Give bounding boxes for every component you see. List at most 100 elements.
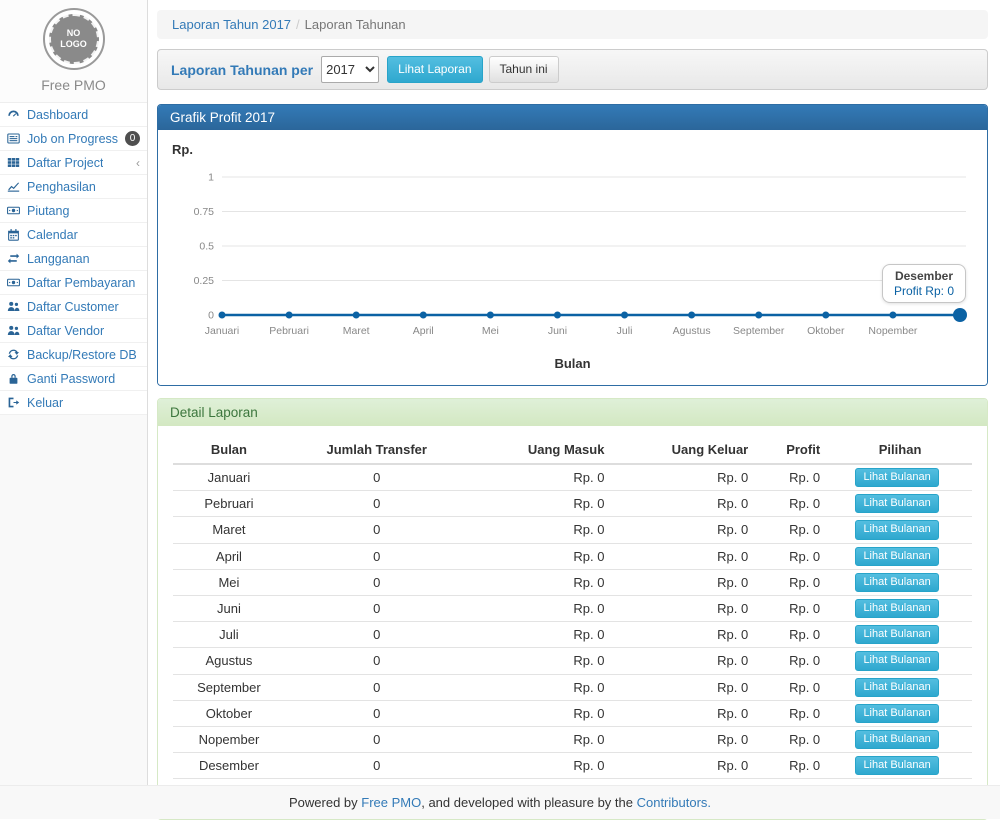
cell-uang-keluar: Rp. 0	[612, 595, 756, 621]
sidebar-item-job-on-progress[interactable]: Job on Progress0	[0, 127, 147, 151]
table-icon	[7, 156, 23, 169]
cell-profit: Rp. 0	[756, 674, 828, 700]
cell-uang-masuk: Rp. 0	[469, 491, 613, 517]
chart-point[interactable]	[688, 312, 695, 319]
view-month-button-nopember[interactable]: Lihat Bulanan	[855, 730, 938, 749]
year-select[interactable]: 2017	[321, 56, 379, 83]
cell-jumlah-transfer: 0	[285, 569, 469, 595]
chart-point[interactable]	[353, 312, 360, 319]
footer-text-before: Powered by	[289, 795, 361, 810]
cell-pilihan: Lihat Bulanan	[828, 464, 972, 491]
sidebar-item-daftar-vendor[interactable]: Daftar Vendor	[0, 319, 147, 343]
view-month-button-desember[interactable]: Lihat Bulanan	[855, 756, 938, 775]
cell-profit: Rp. 0	[756, 622, 828, 648]
sidebar-item-label: Piutang	[27, 204, 69, 218]
chart-point[interactable]	[554, 312, 561, 319]
view-month-button-april[interactable]: Lihat Bulanan	[855, 547, 938, 566]
tooltip-value: Profit Rp: 0	[894, 284, 954, 298]
table-row-agustus: Agustus0Rp. 0Rp. 0Rp. 0Lihat Bulanan	[173, 648, 972, 674]
sidebar-item-piutang[interactable]: Piutang	[0, 199, 147, 223]
cell-jumlah-transfer: 0	[285, 648, 469, 674]
cell-uang-keluar: Rp. 0	[612, 622, 756, 648]
cell-profit: Rp. 0	[756, 569, 828, 595]
app-logo: NO LOGO	[43, 8, 105, 70]
table-row-juni: Juni0Rp. 0Rp. 0Rp. 0Lihat Bulanan	[173, 595, 972, 621]
cell-uang-masuk: Rp. 0	[469, 543, 613, 569]
chart-point[interactable]	[286, 312, 293, 319]
cell-bulan: Agustus	[173, 648, 285, 674]
sidebar-item-label: Langganan	[27, 252, 90, 266]
cell-jumlah-transfer: 0	[285, 595, 469, 621]
col-header-profit: Profit	[756, 436, 828, 464]
view-month-button-juli[interactable]: Lihat Bulanan	[855, 625, 938, 644]
view-report-button[interactable]: Lihat Laporan	[387, 56, 482, 82]
table-row-april: April0Rp. 0Rp. 0Rp. 0Lihat Bulanan	[173, 543, 972, 569]
x-tick-label: Oktober	[807, 325, 845, 337]
footer-link-contributors[interactable]: Contributors.	[637, 795, 711, 810]
lock-icon	[7, 372, 23, 385]
footer-link-free-pmo[interactable]: Free PMO	[361, 795, 421, 810]
cell-profit: Rp. 0	[756, 753, 828, 779]
cell-profit: Rp. 0	[756, 543, 828, 569]
cell-uang-masuk: Rp. 0	[469, 700, 613, 726]
footer: Powered by Free PMO, and developed with …	[0, 785, 1000, 819]
report-table: Bulan Jumlah Transfer Uang Masuk Uang Ke…	[173, 436, 972, 803]
cell-jumlah-transfer: 0	[285, 622, 469, 648]
retweet-icon	[7, 252, 23, 265]
cell-pilihan: Lihat Bulanan	[828, 726, 972, 752]
detail-panel-title: Detail Laporan	[158, 399, 987, 426]
cell-bulan: Nopember	[173, 726, 285, 752]
tooltip-month: Desember	[894, 269, 954, 283]
cell-bulan: Desember	[173, 753, 285, 779]
sidebar-item-daftar-project[interactable]: Daftar Project‹	[0, 151, 147, 175]
breadcrumb-link[interactable]: Laporan Tahun 2017	[172, 17, 291, 32]
cell-uang-keluar: Rp. 0	[612, 674, 756, 700]
sidebar-item-calendar[interactable]: Calendar	[0, 223, 147, 247]
chart-tooltip: Desember Profit Rp: 0	[882, 264, 966, 303]
sidebar-item-dashboard[interactable]: Dashboard	[0, 103, 147, 127]
view-month-button-juni[interactable]: Lihat Bulanan	[855, 599, 938, 618]
chart-point[interactable]	[219, 312, 226, 319]
chart-point[interactable]	[889, 312, 896, 319]
sidebar-item-penghasilan[interactable]: Penghasilan	[0, 175, 147, 199]
view-month-button-pebruari[interactable]: Lihat Bulanan	[855, 494, 938, 513]
table-row-januari: Januari0Rp. 0Rp. 0Rp. 0Lihat Bulanan	[173, 464, 972, 491]
cell-uang-masuk: Rp. 0	[469, 517, 613, 543]
this-year-button[interactable]: Tahun ini	[489, 56, 559, 82]
chart-point[interactable]	[487, 312, 494, 319]
chart-point[interactable]	[420, 312, 427, 319]
chart-point[interactable]	[755, 312, 762, 319]
sidebar-item-daftar-pembayaran[interactable]: Daftar Pembayaran	[0, 271, 147, 295]
chart-point[interactable]	[621, 312, 628, 319]
sidebar-item-ganti-password[interactable]: Ganti Password	[0, 367, 147, 391]
x-tick-label: Agustus	[673, 325, 711, 337]
sidebar-item-daftar-customer[interactable]: Daftar Customer	[0, 295, 147, 319]
cell-pilihan: Lihat Bulanan	[828, 517, 972, 543]
x-tick-label: September	[733, 325, 785, 337]
sidebar-item-label: Penghasilan	[27, 180, 96, 194]
view-month-button-september[interactable]: Lihat Bulanan	[855, 678, 938, 697]
sidebar-item-keluar[interactable]: Keluar	[0, 391, 147, 415]
view-month-button-oktober[interactable]: Lihat Bulanan	[855, 704, 938, 723]
x-tick-label: Mei	[482, 325, 499, 337]
sidebar-item-label: Dashboard	[27, 108, 88, 122]
view-month-button-maret[interactable]: Lihat Bulanan	[855, 520, 938, 539]
brand-area: NO LOGO Free PMO	[0, 0, 147, 102]
sidebar-item-backup-restore-db[interactable]: Backup/Restore DB	[0, 343, 147, 367]
sidebar-item-langganan[interactable]: Langganan	[0, 247, 147, 271]
view-month-button-agustus[interactable]: Lihat Bulanan	[855, 651, 938, 670]
view-month-button-januari[interactable]: Lihat Bulanan	[855, 468, 938, 487]
profit-line-chart[interactable]: 00.250.50.751JanuariPebruariMaretAprilMe…	[170, 159, 974, 351]
chevron-left-icon: ‹	[136, 156, 140, 170]
view-month-button-mei[interactable]: Lihat Bulanan	[855, 573, 938, 592]
chart-point[interactable]	[822, 312, 829, 319]
app-window: NO LOGO Free PMO Dashboard Job on Progres…	[0, 0, 1000, 819]
cell-uang-masuk: Rp. 0	[469, 595, 613, 621]
cell-jumlah-transfer: 0	[285, 753, 469, 779]
cell-uang-keluar: Rp. 0	[612, 517, 756, 543]
y-tick-label: 0.75	[194, 206, 215, 218]
cell-pilihan: Lihat Bulanan	[828, 569, 972, 595]
detail-report-panel: Detail Laporan Bulan Jumlah Transfer Uan…	[157, 398, 988, 820]
chart-body: Rp. 00.250.50.751JanuariPebruariMaretApr…	[158, 130, 987, 385]
chart-point-hovered[interactable]	[953, 308, 967, 322]
